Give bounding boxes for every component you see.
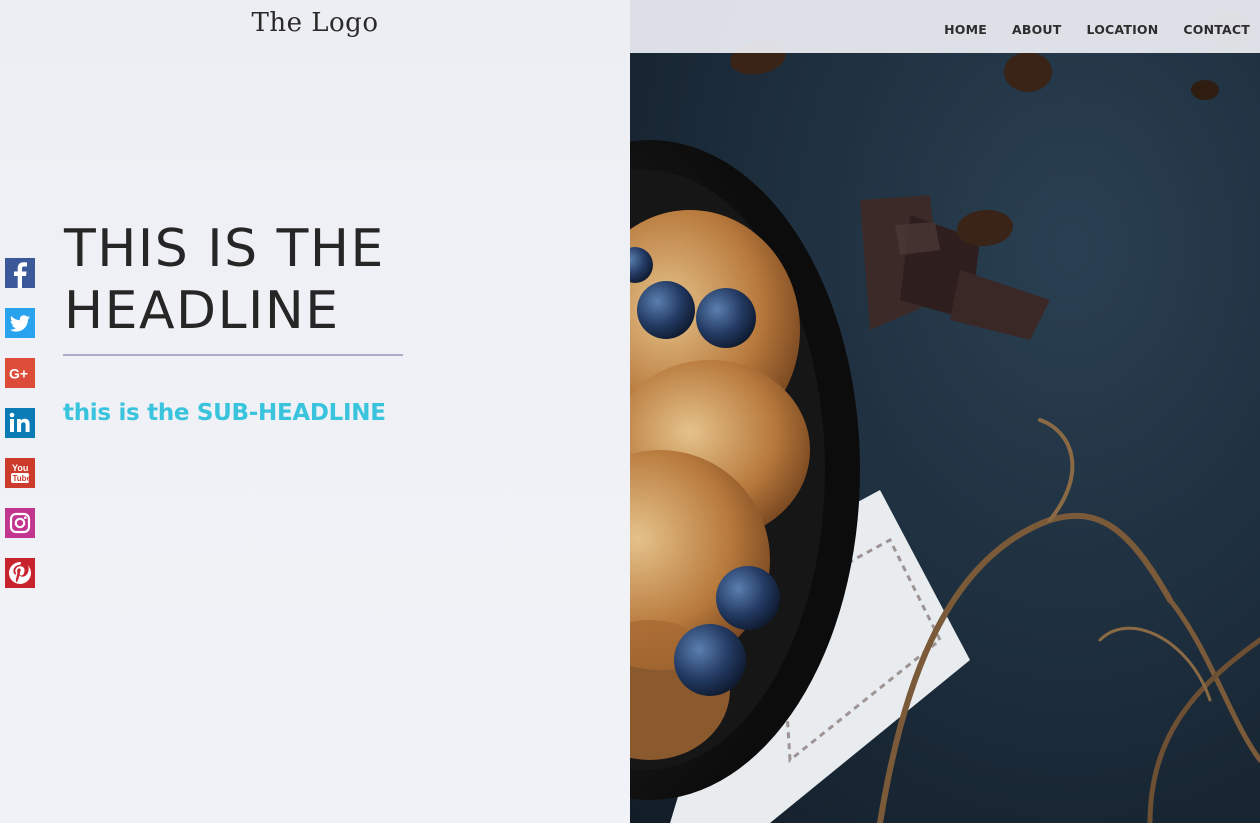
left-panel: The Logo THIS IS THE HEADLINE this is th… bbox=[0, 0, 630, 823]
headline-divider bbox=[63, 354, 403, 356]
headline-line-1: THIS IS THE bbox=[64, 219, 385, 279]
svg-text:G+: G+ bbox=[9, 366, 28, 382]
pinterest-icon[interactable] bbox=[5, 558, 35, 588]
nav-contact[interactable]: CONTACT bbox=[1183, 22, 1250, 37]
google-plus-icon[interactable]: G+ bbox=[5, 358, 35, 388]
nav-location[interactable]: LOCATION bbox=[1087, 22, 1159, 37]
logo[interactable]: The Logo bbox=[0, 8, 630, 38]
social-bar: G+ You Tube bbox=[5, 258, 35, 608]
facebook-icon[interactable] bbox=[5, 258, 35, 288]
nav-about[interactable]: ABOUT bbox=[1012, 22, 1062, 37]
youtube-icon[interactable]: You Tube bbox=[5, 458, 35, 488]
top-nav-bar: HOME ABOUT LOCATION CONTACT bbox=[630, 0, 1260, 53]
hero-photo-illustration bbox=[630, 12, 1260, 823]
svg-text:You: You bbox=[12, 463, 28, 473]
instagram-icon[interactable] bbox=[5, 508, 35, 538]
headline-line-2: HEADLINE bbox=[64, 281, 340, 341]
linkedin-icon[interactable] bbox=[5, 408, 35, 438]
nav-home[interactable]: HOME bbox=[944, 22, 987, 37]
main-nav: HOME ABOUT LOCATION CONTACT bbox=[944, 22, 1250, 37]
twitter-icon[interactable] bbox=[5, 308, 35, 338]
subheadline: this is the SUB-HEADLINE bbox=[63, 400, 386, 426]
svg-text:Tube: Tube bbox=[13, 474, 32, 483]
hero-photo bbox=[630, 0, 1260, 823]
headline: THIS IS THE HEADLINE bbox=[64, 218, 484, 342]
